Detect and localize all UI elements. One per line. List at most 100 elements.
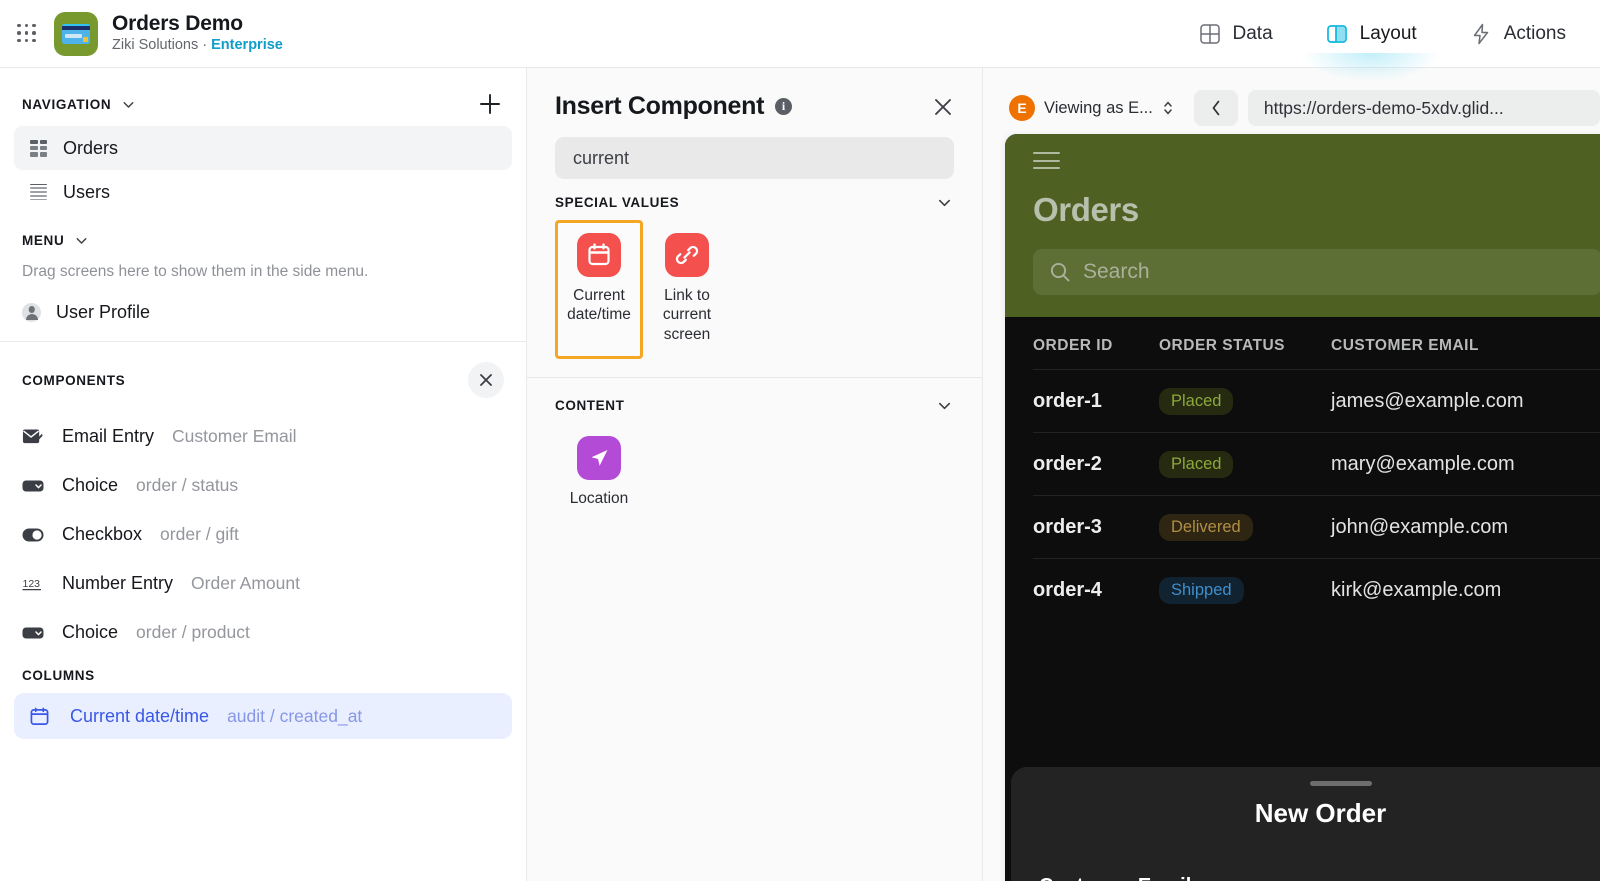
sidebar-item-label: Orders bbox=[63, 137, 119, 158]
table-row[interactable]: order-4 Shipped kirk@example.com bbox=[1033, 558, 1600, 621]
tab-data[interactable]: Data bbox=[1172, 0, 1299, 67]
list-item[interactable]: Email Entry Customer Email bbox=[0, 412, 526, 461]
status-badge: Placed bbox=[1159, 387, 1234, 415]
component-name: Number Entry bbox=[62, 573, 174, 593]
viewing-as-label: Viewing as E... bbox=[1044, 98, 1153, 117]
column-header-order-id: ORDER ID bbox=[1033, 337, 1113, 354]
group-title: CONTENT bbox=[555, 398, 625, 414]
list-item[interactable]: Checkbox order / gift bbox=[0, 510, 526, 559]
list-item[interactable]: Choice order / status bbox=[0, 461, 526, 510]
list-item-current-datetime[interactable]: Current date/time audit / created_at bbox=[14, 693, 512, 739]
column-meta: audit / created_at bbox=[227, 705, 363, 726]
subtitle-separator: · bbox=[202, 37, 208, 54]
list-item[interactable]: 123 Number Entry Order Amount bbox=[0, 559, 526, 608]
data-grid-icon bbox=[1199, 23, 1220, 44]
component-name: Checkbox bbox=[62, 524, 143, 544]
group-title: SPECIAL VALUES bbox=[555, 195, 680, 210]
app-preview-frame: Orders Search ORDER ID ORDER STATUS CUST… bbox=[1005, 134, 1600, 881]
apps-grid-icon[interactable] bbox=[14, 21, 40, 47]
chevron-down-icon[interactable] bbox=[935, 396, 954, 415]
app-title-block: Orders Demo Ziki Solutions · Enterprise bbox=[112, 12, 283, 55]
menu-header: MENU bbox=[0, 214, 526, 257]
menu-title: MENU bbox=[22, 233, 65, 248]
navigation-header: NAVIGATION bbox=[0, 68, 526, 126]
cell-order-id: order-1 bbox=[1033, 389, 1102, 412]
chevron-down-icon[interactable] bbox=[935, 193, 954, 212]
glide-editor: Orders Demo Ziki Solutions · Enterprise … bbox=[0, 0, 1600, 881]
app-search-input[interactable]: Search bbox=[1033, 249, 1600, 295]
sheet-drag-handle[interactable] bbox=[1309, 781, 1372, 786]
component-name: Email Entry bbox=[62, 426, 155, 446]
navigation-list: Orders Users bbox=[0, 126, 526, 214]
component-name: Choice bbox=[62, 622, 119, 642]
link-chain-icon bbox=[665, 233, 709, 277]
svg-text:123: 123 bbox=[23, 578, 41, 590]
back-button[interactable] bbox=[1193, 90, 1238, 126]
sheet-title: New Order bbox=[1254, 798, 1387, 828]
table-row[interactable]: order-1 Placed james@example.com bbox=[1033, 369, 1600, 432]
add-screen-button[interactable] bbox=[476, 90, 504, 118]
tile-current-datetime[interactable]: Current date/time bbox=[555, 220, 643, 360]
chevron-down-icon[interactable] bbox=[120, 96, 137, 113]
app-search-placeholder: Search bbox=[1083, 260, 1150, 283]
cell-customer-email: james@example.com bbox=[1331, 389, 1524, 412]
preview-toolbar: E Viewing as E... https://orders-demo-5x… bbox=[1005, 88, 1600, 128]
user-avatar-icon bbox=[22, 302, 41, 322]
url-text: https://orders-demo-5xdv.glid... bbox=[1263, 97, 1504, 118]
tile-link-to-current-screen[interactable]: Link to current screen bbox=[643, 220, 731, 359]
tab-actions-label: Actions bbox=[1503, 22, 1566, 44]
table-row[interactable]: order-2 Placed mary@example.com bbox=[1033, 432, 1600, 495]
sidebar-item-label: Users bbox=[63, 181, 111, 202]
content-tiles: Location bbox=[527, 415, 982, 523]
table-grid-icon bbox=[30, 139, 47, 157]
app-screen-title: Orders bbox=[1033, 191, 1139, 228]
layout-panels-icon bbox=[1326, 24, 1347, 43]
choice-dropdown-icon bbox=[22, 479, 44, 493]
search-input[interactable]: current bbox=[555, 137, 954, 179]
page-title: Orders Demo bbox=[112, 12, 243, 36]
group-header-special-values: SPECIAL VALUES bbox=[527, 179, 982, 212]
columns-title: COLUMNS bbox=[22, 668, 95, 683]
sidebar-item-users[interactable]: Users bbox=[14, 170, 512, 214]
tab-actions[interactable]: Actions bbox=[1443, 0, 1592, 67]
location-arrow-icon bbox=[577, 436, 621, 481]
plan-badge[interactable]: Enterprise bbox=[211, 37, 283, 53]
chevron-down-icon[interactable] bbox=[73, 232, 90, 249]
close-components-button[interactable] bbox=[468, 362, 504, 398]
table-header-row: ORDER ID ORDER STATUS CUSTOMER EMAIL bbox=[1033, 317, 1600, 369]
cell-order-status: Placed bbox=[1159, 450, 1331, 478]
app-subtitle: Ziki Solutions · Enterprise bbox=[112, 37, 283, 54]
close-panel-button[interactable] bbox=[932, 96, 954, 118]
tab-layout[interactable]: Layout bbox=[1299, 0, 1443, 81]
viewing-as-selector[interactable]: E Viewing as E... bbox=[1005, 89, 1184, 127]
sidebar-item-user-profile[interactable]: User Profile bbox=[0, 291, 526, 329]
column-header-order-status: ORDER STATUS bbox=[1159, 337, 1285, 354]
cell-order-status: Delivered bbox=[1159, 513, 1331, 541]
info-icon[interactable]: i bbox=[775, 98, 793, 115]
lightning-bolt-icon bbox=[1473, 23, 1488, 44]
insert-panel-header: Insert Component i bbox=[527, 68, 982, 121]
content-group: CONTENT Location bbox=[527, 378, 982, 523]
list-item[interactable]: Choice order / product bbox=[0, 608, 526, 657]
credit-card-icon bbox=[54, 11, 98, 56]
components-header: COMPONENTS bbox=[0, 342, 526, 404]
menu-drop-hint: Drag screens here to show them in the si… bbox=[22, 263, 369, 280]
tile-label: Link to current screen bbox=[662, 287, 712, 343]
status-badge: Delivered bbox=[1159, 513, 1253, 541]
tile-location[interactable]: Location bbox=[555, 423, 643, 523]
calendar-icon bbox=[577, 233, 621, 277]
table-row[interactable]: order-3 Delivered john@example.com bbox=[1033, 495, 1600, 558]
cell-order-id: order-3 bbox=[1033, 515, 1102, 538]
toggle-switch-icon bbox=[22, 528, 44, 542]
cell-order-status: Placed bbox=[1159, 387, 1331, 415]
editor-body: NAVIGATION Orders Users MENU Drag screen… bbox=[0, 68, 1600, 881]
url-bar[interactable]: https://orders-demo-5xdv.glid... bbox=[1247, 90, 1600, 126]
email-entry-icon bbox=[22, 428, 44, 446]
cell-order-status: Shipped bbox=[1159, 576, 1331, 604]
component-meta: Order Amount bbox=[191, 573, 300, 593]
org-name: Ziki Solutions bbox=[112, 37, 199, 54]
preview-panel: E Viewing as E... https://orders-demo-5x… bbox=[983, 68, 1600, 881]
hamburger-menu-icon[interactable] bbox=[1033, 152, 1060, 169]
sidebar-item-orders[interactable]: Orders bbox=[14, 126, 512, 170]
choice-dropdown-icon bbox=[22, 626, 44, 640]
